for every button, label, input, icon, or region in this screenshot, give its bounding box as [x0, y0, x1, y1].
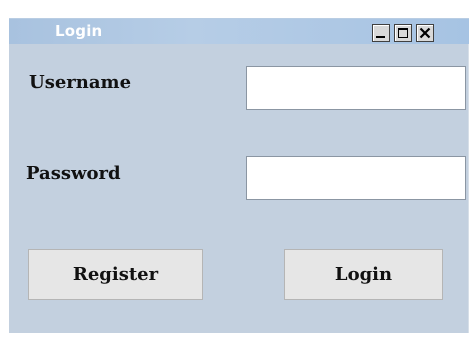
close-icon [419, 27, 431, 39]
username-field[interactable] [246, 66, 466, 110]
register-button-label: Register [72, 264, 159, 285]
password-label: Password [26, 163, 121, 184]
password-field[interactable] [246, 156, 466, 200]
maximize-icon [398, 28, 408, 38]
login-window: Login Username Password Register Login [9, 18, 469, 333]
maximize-button[interactable] [394, 24, 412, 42]
login-button-label: Login [334, 264, 393, 285]
register-button[interactable]: Register [28, 249, 203, 300]
minimize-button[interactable] [372, 24, 390, 42]
login-button[interactable]: Login [284, 249, 443, 300]
minimize-icon [376, 36, 385, 38]
window-title: Login [55, 22, 103, 40]
close-button[interactable] [416, 24, 434, 42]
username-label: Username [29, 72, 132, 93]
title-bar[interactable]: Login [9, 18, 469, 44]
